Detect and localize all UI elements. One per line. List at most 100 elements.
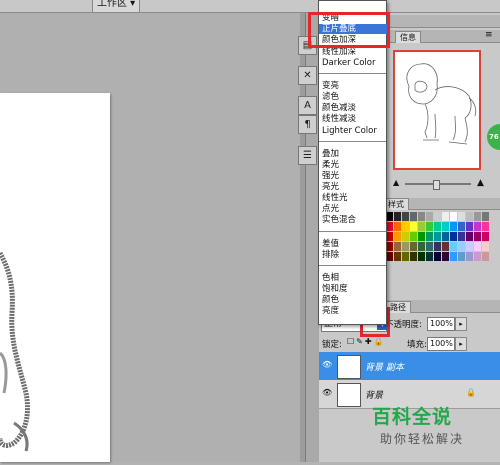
menu-item-screen[interactable]: 滤色 xyxy=(319,92,388,102)
menu-item-lighter-color[interactable]: Lighter Color xyxy=(319,126,388,136)
swatch-cell[interactable] xyxy=(394,252,401,261)
swatch-cell[interactable] xyxy=(410,242,417,251)
swatch-cell[interactable] xyxy=(482,252,489,261)
menu-item-linear-dodge[interactable]: 线性减淡 xyxy=(319,114,388,124)
swatch-cell[interactable] xyxy=(402,232,409,241)
visibility-eye-icon[interactable]: 👁 xyxy=(322,388,332,398)
tool-presets-icon[interactable]: ✕ xyxy=(298,66,317,85)
menu-item-soft-light[interactable]: 柔光 xyxy=(319,160,388,170)
swatch-cell[interactable] xyxy=(418,212,425,221)
swatch-cell[interactable] xyxy=(482,222,489,231)
workspace-button[interactable]: 工作区 ▾ xyxy=(92,0,141,13)
zoom-slider-handle[interactable] xyxy=(433,180,440,190)
swatch-cell[interactable] xyxy=(418,242,425,251)
menu-item-color[interactable]: 颜色 xyxy=(319,295,388,305)
swatch-cell[interactable] xyxy=(426,222,433,231)
zoom-in-icon[interactable]: ▲ xyxy=(477,178,484,188)
menu-item-vivid-light[interactable]: 亮光 xyxy=(319,182,388,192)
swatch-cell[interactable] xyxy=(458,232,465,241)
swatch-cell[interactable] xyxy=(426,252,433,261)
swatch-cell[interactable] xyxy=(474,252,481,261)
swatch-cell[interactable] xyxy=(394,232,401,241)
zoom-out-icon[interactable]: ▲ xyxy=(393,178,399,187)
opacity-field[interactable]: 100% xyxy=(427,317,455,331)
swatch-cell[interactable] xyxy=(482,212,489,221)
swatch-cell[interactable] xyxy=(402,252,409,261)
swatch-cell[interactable] xyxy=(466,232,473,241)
swatch-cell[interactable] xyxy=(418,232,425,241)
menu-item-hard-mix[interactable]: 实色混合 xyxy=(319,215,388,225)
swatch-cell[interactable] xyxy=(426,232,433,241)
swatch-cell[interactable] xyxy=(410,232,417,241)
swatch-cell[interactable] xyxy=(466,242,473,251)
swatch-cell[interactable] xyxy=(402,222,409,231)
swatch-cell[interactable] xyxy=(474,212,481,221)
swatch-cell[interactable] xyxy=(410,212,417,221)
menu-item-darker-color[interactable]: Darker Color xyxy=(319,58,388,68)
swatch-cell[interactable] xyxy=(442,242,449,251)
menu-item-linear-light[interactable]: 线性光 xyxy=(319,193,388,203)
swatch-cell[interactable] xyxy=(418,252,425,261)
swatch-cell[interactable] xyxy=(442,222,449,231)
menu-item-hue[interactable]: 色相 xyxy=(319,273,388,283)
swatch-cell[interactable] xyxy=(458,212,465,221)
swatch-cell[interactable] xyxy=(402,242,409,251)
swatch-cell[interactable] xyxy=(442,232,449,241)
swatch-cell[interactable] xyxy=(450,252,457,261)
swatch-cell[interactable] xyxy=(434,242,441,251)
swatch-cell[interactable] xyxy=(402,212,409,221)
swatch-cell[interactable] xyxy=(394,242,401,251)
menu-item-linear-burn[interactable]: 线性加深 xyxy=(319,47,388,57)
fill-field[interactable]: 100% xyxy=(427,337,455,351)
swatch-cell[interactable] xyxy=(482,232,489,241)
menu-item-difference[interactable]: 差值 xyxy=(319,239,388,249)
menu-item-hard-light[interactable]: 强光 xyxy=(319,171,388,181)
swatch-cell[interactable] xyxy=(474,242,481,251)
menu-item-overlay[interactable]: 叠加 xyxy=(319,149,388,159)
layer-row[interactable]: 👁 背景 副本 xyxy=(319,352,500,381)
swatch-cell[interactable] xyxy=(434,222,441,231)
menu-item-pin-light[interactable]: 点光 xyxy=(319,204,388,214)
swatch-cell[interactable] xyxy=(450,242,457,251)
swatch-cell[interactable] xyxy=(442,252,449,261)
menu-item-exclusion[interactable]: 排除 xyxy=(319,250,388,260)
menu-item-color-dodge[interactable]: 颜色减淡 xyxy=(319,103,388,113)
navigator-preview[interactable] xyxy=(393,50,481,170)
character-icon[interactable]: A xyxy=(298,96,317,115)
swatch-cell[interactable] xyxy=(434,232,441,241)
swatch-cell[interactable] xyxy=(442,212,449,221)
swatch-cell[interactable] xyxy=(418,222,425,231)
swatch-cell[interactable] xyxy=(466,212,473,221)
swatch-cell[interactable] xyxy=(434,212,441,221)
swatch-cell[interactable] xyxy=(410,252,417,261)
swatch-cell[interactable] xyxy=(466,252,473,261)
menu-item-lighten[interactable]: 变亮 xyxy=(319,81,388,91)
visibility-eye-icon[interactable]: 👁 xyxy=(322,360,332,370)
swatch-cell[interactable] xyxy=(458,222,465,231)
swatch-cell[interactable] xyxy=(426,242,433,251)
swatch-grid[interactable] xyxy=(386,212,490,266)
menu-item-saturation[interactable]: 饱和度 xyxy=(319,284,388,294)
swatch-cell[interactable] xyxy=(426,212,433,221)
paragraph-icon[interactable]: ¶ xyxy=(298,115,317,134)
layer-comps-icon[interactable]: ☰ xyxy=(298,146,317,165)
swatch-cell[interactable] xyxy=(434,252,441,261)
swatch-cell[interactable] xyxy=(410,222,417,231)
opacity-stepper[interactable]: ▸ xyxy=(455,317,467,331)
fill-stepper[interactable]: ▸ xyxy=(455,337,467,351)
swatch-cell[interactable] xyxy=(466,222,473,231)
swatch-cell[interactable] xyxy=(474,222,481,231)
swatch-cell[interactable] xyxy=(450,232,457,241)
swatch-cell[interactable] xyxy=(394,222,401,231)
swatch-cell[interactable] xyxy=(458,252,465,261)
menu-item-luminosity[interactable]: 亮度 xyxy=(319,306,388,316)
swatch-cell[interactable] xyxy=(458,242,465,251)
panel-menu-icon[interactable]: ≡ xyxy=(485,30,493,40)
swatch-cell[interactable] xyxy=(474,232,481,241)
document-canvas[interactable] xyxy=(0,93,110,462)
swatch-cell[interactable] xyxy=(450,222,457,231)
tab-info[interactable]: 信息 xyxy=(395,31,421,43)
lock-icons[interactable]: ☐✎✚🔒 xyxy=(347,337,386,346)
swatch-cell[interactable] xyxy=(394,212,401,221)
swatch-cell[interactable] xyxy=(450,212,457,221)
